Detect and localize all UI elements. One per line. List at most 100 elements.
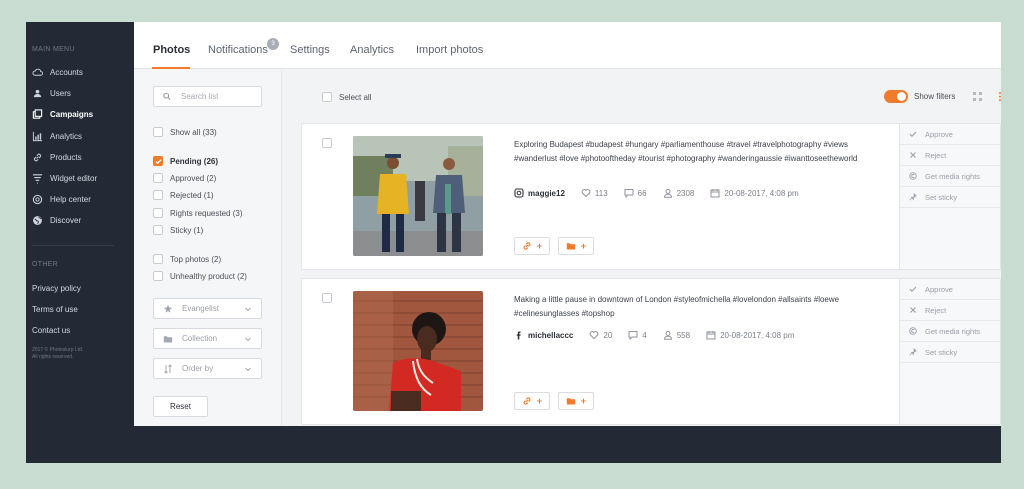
sidebar-item-products[interactable]: Products bbox=[26, 147, 134, 168]
get-media-rights-button[interactable]: Get media rights bbox=[900, 166, 1000, 187]
filter-unhealthy-product[interactable]: Unhealthy product (2) bbox=[153, 271, 247, 281]
action-label: Set sticky bbox=[925, 192, 958, 202]
sidebar-item-label: Users bbox=[50, 89, 71, 99]
get-media-rights-button[interactable]: Get media rights bbox=[900, 321, 1000, 342]
plus-icon: + bbox=[580, 396, 587, 406]
sidebar: MAIN MENU Accounts Users Campaigns Analy… bbox=[26, 22, 134, 426]
add-to-collection-button[interactable]: + bbox=[558, 237, 594, 255]
star-icon bbox=[163, 304, 173, 314]
views-count: 2308 bbox=[663, 188, 694, 198]
filter-label: Unhealthy product (2) bbox=[170, 271, 247, 281]
sidebar-item-analytics[interactable]: Analytics bbox=[26, 126, 134, 147]
copyright-line: All rights reserved. bbox=[32, 354, 74, 361]
filter-rejected[interactable]: Rejected (1) bbox=[153, 190, 214, 200]
filter-top-photos[interactable]: Top photos (2) bbox=[153, 254, 221, 264]
link-product-button[interactable]: + bbox=[514, 237, 550, 255]
users-icon bbox=[32, 88, 43, 99]
dropdown-label: Evangelist bbox=[182, 304, 219, 313]
search-input[interactable] bbox=[181, 92, 261, 101]
action-label: Approve bbox=[925, 284, 953, 294]
tab-import-photos[interactable]: Import photos bbox=[416, 44, 483, 56]
checkbox[interactable] bbox=[153, 254, 163, 264]
link-icon bbox=[523, 397, 531, 405]
sidebar-item-users[interactable]: Users bbox=[26, 83, 134, 104]
plus-icon: + bbox=[536, 241, 543, 251]
tab-notifications[interactable]: Notifications bbox=[208, 44, 268, 56]
check-icon bbox=[154, 158, 162, 164]
app-window: MAIN MENU Accounts Users Campaigns Analy… bbox=[26, 22, 1001, 463]
globe-icon bbox=[32, 215, 43, 226]
post-photo[interactable] bbox=[353, 291, 483, 411]
select-all-label: Select all bbox=[339, 92, 372, 102]
help-icon bbox=[32, 194, 43, 205]
post-photo[interactable] bbox=[353, 136, 483, 256]
checkbox[interactable] bbox=[153, 271, 163, 281]
search-box bbox=[153, 86, 262, 107]
checkbox[interactable] bbox=[153, 127, 163, 137]
approve-button[interactable]: Approve bbox=[900, 124, 1000, 145]
collection-select[interactable]: Collection bbox=[153, 328, 262, 349]
tab-analytics[interactable]: Analytics bbox=[350, 44, 394, 56]
check-icon bbox=[909, 286, 917, 292]
chevron-down-icon bbox=[245, 307, 251, 312]
sidebar-item-accounts[interactable]: Accounts bbox=[26, 62, 134, 83]
select-all[interactable]: Select all bbox=[322, 92, 371, 102]
approve-button[interactable]: Approve bbox=[900, 279, 1000, 300]
set-sticky-button[interactable]: Set sticky bbox=[900, 187, 1000, 208]
sidebar-item-label: Help center bbox=[50, 195, 91, 205]
action-label: Approve bbox=[925, 129, 953, 139]
reject-button[interactable]: Reject bbox=[900, 300, 1000, 321]
sidebar-item-campaigns[interactable]: Campaigns bbox=[26, 104, 134, 125]
checkbox[interactable] bbox=[153, 208, 163, 218]
sidebar-item-discover[interactable]: Discover bbox=[26, 210, 134, 231]
reset-button[interactable]: Reset bbox=[153, 396, 208, 417]
filter-label: Sticky (1) bbox=[170, 225, 204, 235]
sidebar-item-contact-us[interactable]: Contact us bbox=[26, 320, 134, 341]
tab-photos[interactable]: Photos bbox=[153, 44, 190, 56]
checkbox[interactable] bbox=[153, 173, 163, 183]
checkbox[interactable] bbox=[322, 92, 332, 102]
cloud-icon bbox=[32, 67, 43, 78]
evangelist-select[interactable]: Evangelist bbox=[153, 298, 262, 319]
post-checkbox[interactable] bbox=[322, 293, 332, 303]
show-filters-toggle[interactable] bbox=[884, 90, 908, 103]
post-checkbox[interactable] bbox=[322, 138, 332, 148]
set-sticky-button[interactable]: Set sticky bbox=[900, 342, 1000, 363]
filter-pending[interactable]: Pending (26) bbox=[153, 156, 218, 166]
sidebar-item-privacy-policy[interactable]: Privacy policy bbox=[26, 278, 134, 299]
post-date: 20-08-2017, 4:08 pm bbox=[710, 188, 799, 198]
reject-button[interactable]: Reject bbox=[900, 145, 1000, 166]
filter-label: Show all (33) bbox=[170, 127, 217, 137]
checkbox[interactable] bbox=[153, 190, 163, 200]
tab-settings[interactable]: Settings bbox=[290, 44, 330, 56]
link-product-button[interactable]: + bbox=[514, 392, 550, 410]
post-author[interactable]: michellaccc bbox=[514, 330, 573, 340]
filter-sticky[interactable]: Sticky (1) bbox=[153, 225, 203, 235]
sidebar-divider bbox=[32, 244, 114, 246]
action-label: Set sticky bbox=[925, 347, 958, 357]
date-value: 20-08-2017, 4:08 pm bbox=[724, 188, 799, 198]
filter-label: Pending (26) bbox=[170, 156, 219, 166]
checkbox[interactable] bbox=[153, 225, 163, 235]
grid-view-icon[interactable] bbox=[972, 91, 983, 102]
order-by-select[interactable]: Order by bbox=[153, 358, 262, 379]
comments-count: 4 bbox=[628, 330, 647, 340]
checkbox-checked[interactable] bbox=[153, 156, 163, 166]
list-view-icon[interactable] bbox=[999, 91, 1001, 102]
main-panel: Photos Notifications 3 Settings Analytic… bbox=[134, 22, 1001, 426]
sidebar-item-widget-editor[interactable]: Widget editor bbox=[26, 168, 134, 189]
filter-show-all[interactable]: Show all (33) bbox=[153, 127, 217, 137]
close-icon bbox=[910, 307, 916, 313]
views-count: 558 bbox=[663, 330, 690, 340]
filter-approved[interactable]: Approved (2) bbox=[153, 173, 216, 183]
filter-rights-requested[interactable]: Rights requested (3) bbox=[153, 208, 242, 218]
other-heading: OTHER bbox=[32, 260, 58, 268]
action-label: Reject bbox=[925, 305, 947, 315]
sidebar-item-help-center[interactable]: Help center bbox=[26, 189, 134, 210]
sidebar-item-label: Privacy policy bbox=[32, 283, 81, 293]
sidebar-item-terms-of-use[interactable]: Terms of use bbox=[26, 299, 134, 320]
add-to-collection-button[interactable]: + bbox=[558, 392, 594, 410]
post-author[interactable]: maggie12 bbox=[514, 188, 565, 198]
pin-icon bbox=[909, 193, 917, 201]
likes-value: 113 bbox=[594, 188, 608, 198]
